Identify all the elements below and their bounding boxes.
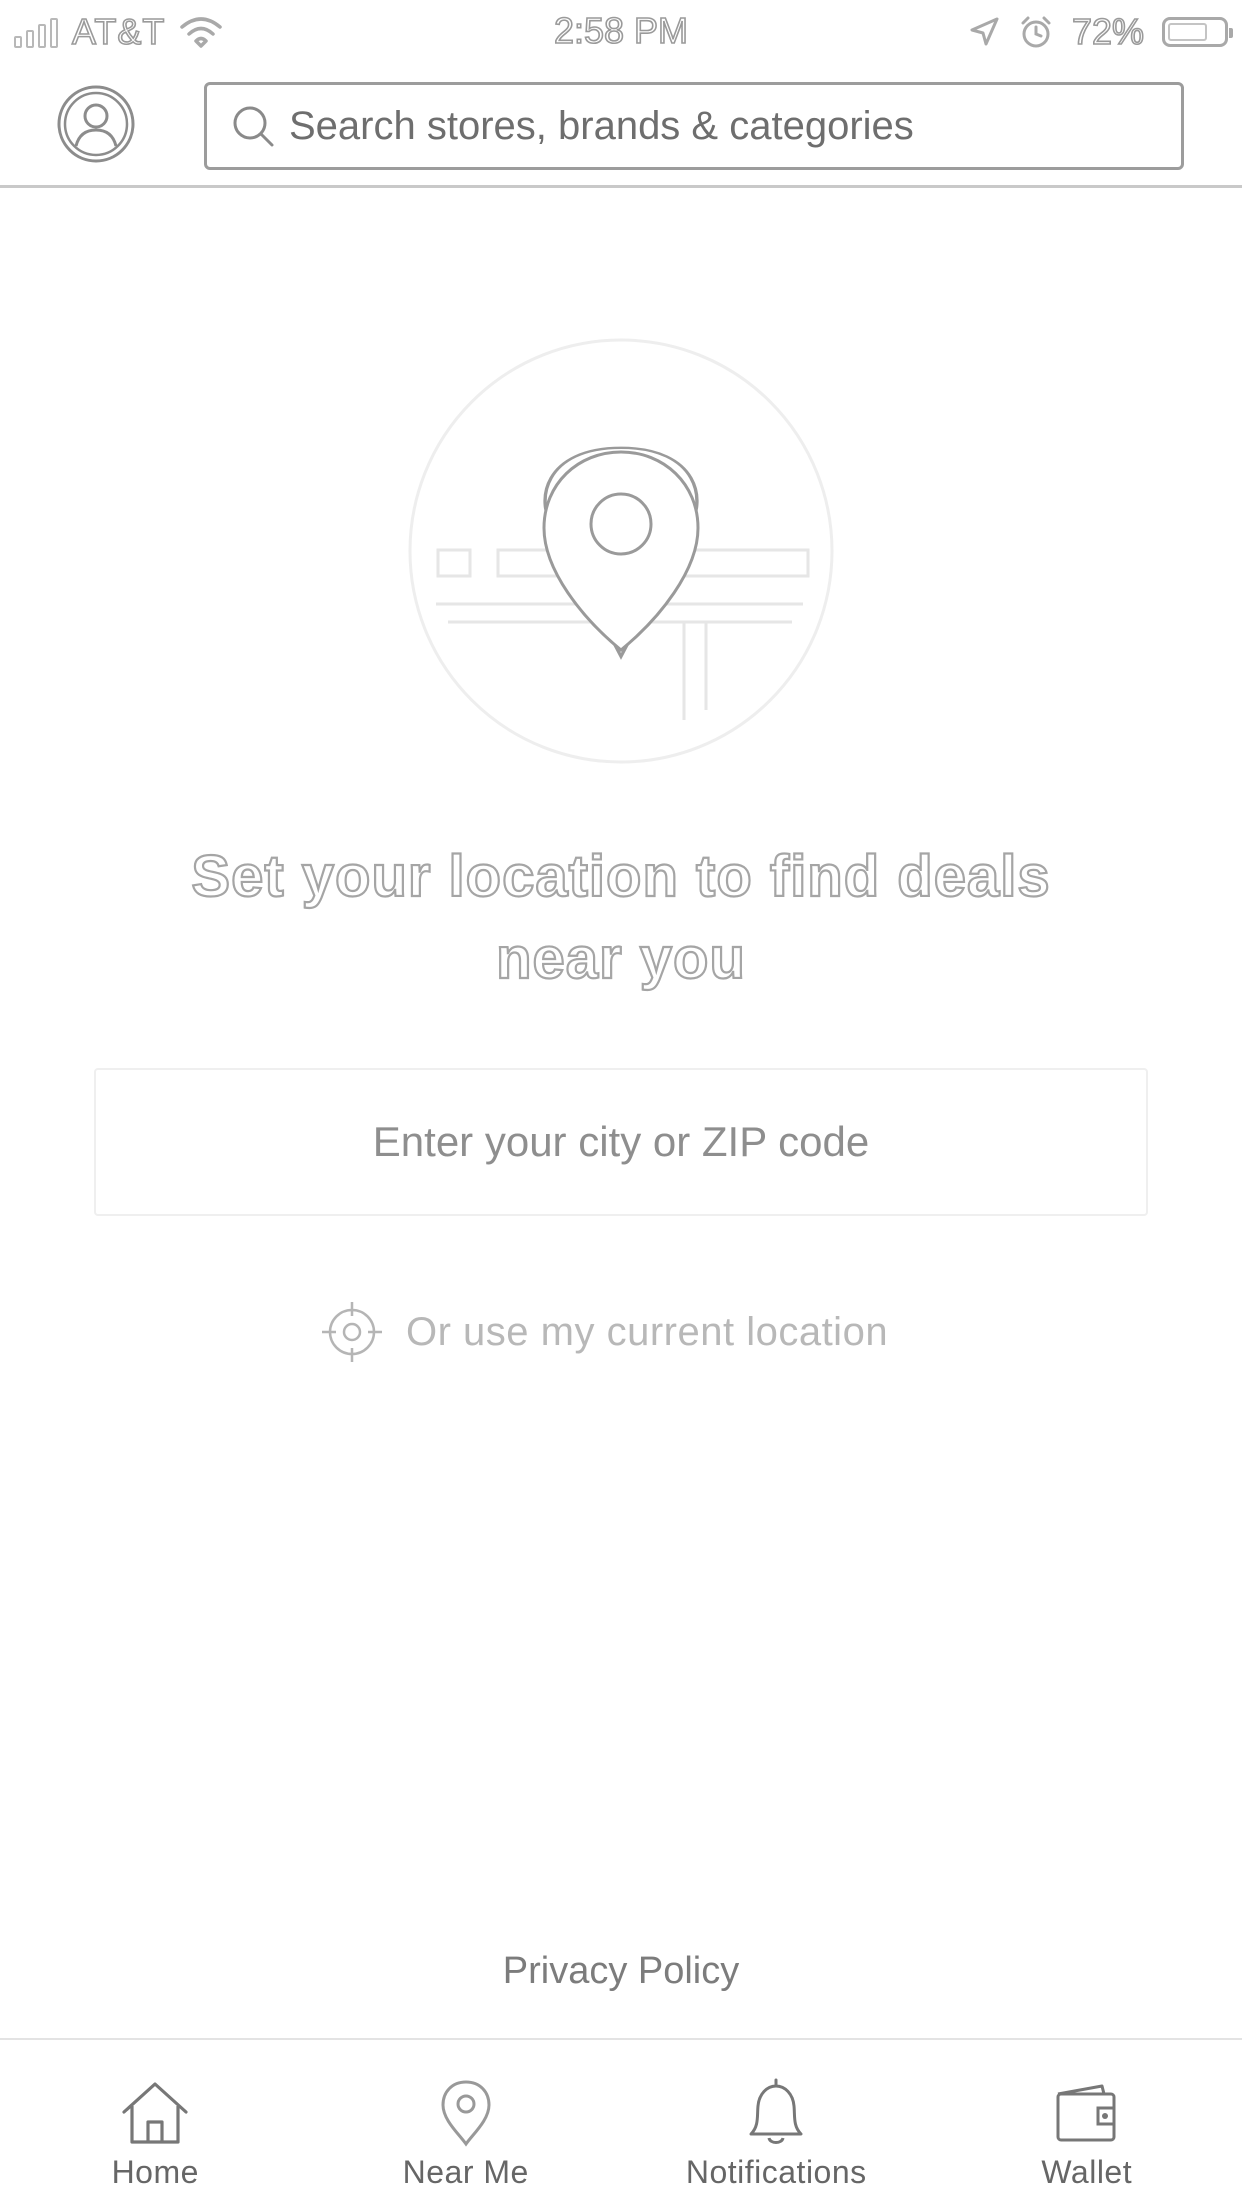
tab-near-me[interactable]: Near Me bbox=[311, 2040, 622, 2208]
search-input[interactable] bbox=[289, 103, 1149, 149]
search-bar[interactable] bbox=[204, 82, 1184, 170]
search-icon bbox=[233, 106, 274, 147]
tab-notifications[interactable]: Notifications bbox=[621, 2040, 932, 2208]
tab-wallet[interactable]: Wallet bbox=[932, 2040, 1242, 2208]
battery-percent: 72% bbox=[1071, 10, 1145, 53]
tab-label: Wallet bbox=[1041, 2154, 1133, 2190]
status-bar: AT&T 2:58 PM 72% bbox=[0, 0, 1242, 64]
city-zip-input[interactable] bbox=[96, 1118, 1146, 1166]
tab-label: Home bbox=[111, 2154, 199, 2190]
user-avatar-icon[interactable] bbox=[56, 84, 136, 164]
use-current-location-button[interactable]: Or use my current location bbox=[320, 1296, 888, 1368]
top-header bbox=[0, 64, 1242, 188]
tab-home[interactable]: Home bbox=[0, 2040, 311, 2208]
location-field[interactable] bbox=[94, 1068, 1148, 1216]
map-pin-illustration bbox=[408, 338, 834, 764]
tab-label: Near Me bbox=[402, 2154, 529, 2190]
tab-label: Notifications bbox=[685, 2154, 867, 2190]
alarm-icon bbox=[1021, 16, 1051, 48]
home-icon bbox=[122, 2082, 188, 2144]
crosshair-icon bbox=[322, 1302, 382, 1362]
location-headline: Set your location to find deals near you bbox=[190, 843, 1051, 992]
bell-icon bbox=[749, 2078, 803, 2144]
status-right: 72% bbox=[968, 10, 1233, 53]
battery-icon bbox=[1162, 17, 1233, 47]
wallet-icon bbox=[1056, 2084, 1116, 2142]
location-arrow-icon bbox=[970, 17, 999, 46]
privacy-policy-link[interactable]: Privacy Policy bbox=[0, 1950, 1242, 1993]
bottom-tab-bar: Home Near Me Notifications Wallet bbox=[0, 2038, 1242, 2208]
map-pin-icon bbox=[441, 2080, 491, 2147]
battery-level-fill bbox=[1168, 23, 1207, 41]
current-location-label: Or use my current location bbox=[406, 1309, 889, 1354]
